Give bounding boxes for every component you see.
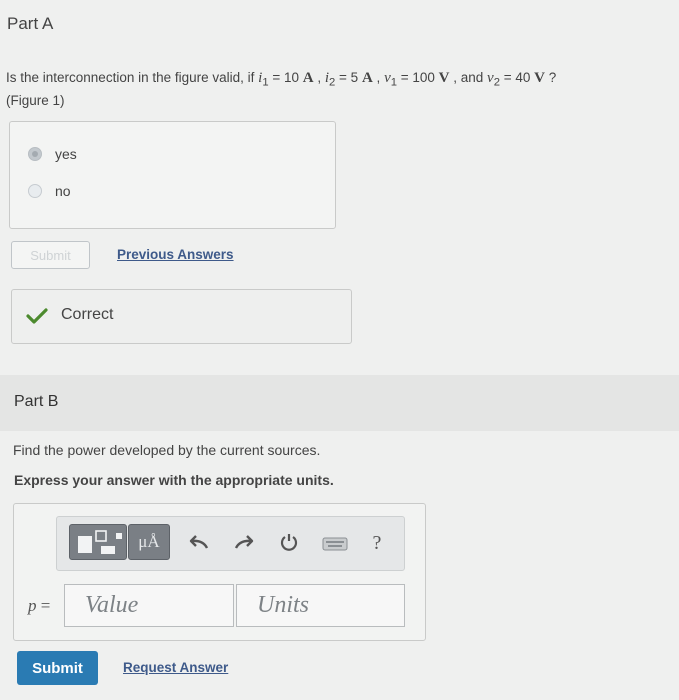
question-text: Is the interconnection in the figure val…: [6, 69, 556, 110]
value-input[interactable]: Value: [64, 584, 234, 627]
sep2: ,: [372, 70, 385, 85]
units-placeholder: Units: [257, 592, 310, 618]
checkmark-icon: [26, 307, 48, 330]
previous-answers-link[interactable]: Previous Answers: [117, 247, 234, 262]
radio-yes[interactable]: [28, 147, 42, 161]
part-b-title: Part B: [14, 393, 59, 410]
feedback-label: Correct: [61, 306, 114, 323]
help-icon[interactable]: ?: [368, 531, 386, 555]
question-suffix: ?: [544, 70, 557, 85]
feedback-box: Correct: [11, 289, 352, 344]
radio-no[interactable]: [28, 184, 42, 198]
units-input[interactable]: Units: [236, 584, 405, 627]
part-b-instruction: Express your answer with the appropriate…: [14, 472, 334, 488]
variable-symbol: p: [28, 596, 37, 615]
part-b-submit-button[interactable]: Submit: [17, 651, 98, 685]
keyboard-icon[interactable]: [320, 535, 350, 553]
redo-icon[interactable]: [231, 531, 255, 553]
question-prefix: Is the interconnection in the figure val…: [6, 70, 259, 85]
figure-link[interactable]: (Figure 1): [6, 93, 65, 108]
part-b-prompt: Find the power developed by the current …: [13, 442, 321, 458]
choice-yes[interactable]: yes: [28, 146, 77, 162]
sep3: , and: [449, 70, 488, 85]
variable-label: p =: [28, 596, 50, 616]
v1-equals: = 100: [397, 70, 439, 85]
v1-symbol: v: [384, 70, 391, 86]
v2-equals: = 40: [499, 70, 535, 85]
part-b-header: [0, 375, 679, 431]
value-placeholder: Value: [85, 592, 139, 618]
templates-button[interactable]: [69, 524, 127, 560]
choice-no-label: no: [55, 183, 71, 199]
v2-unit: V: [534, 70, 545, 86]
choice-yes-label: yes: [55, 146, 77, 162]
v1-unit: V: [438, 70, 450, 86]
answer-choices: yes no: [9, 121, 336, 229]
units-button[interactable]: μÅ: [128, 524, 170, 560]
undo-icon[interactable]: [188, 531, 212, 553]
i1-equals: = 10: [268, 70, 303, 85]
i2-unit: A: [361, 70, 373, 86]
templates-icon: [78, 530, 122, 554]
i1-unit: A: [302, 70, 314, 86]
choice-no[interactable]: no: [28, 183, 71, 199]
sep1: ,: [313, 70, 325, 85]
part-a-title: Part A: [7, 14, 54, 33]
i2-equals: = 5: [335, 70, 362, 85]
request-answer-link[interactable]: Request Answer: [123, 660, 228, 675]
variable-equals: =: [36, 596, 51, 615]
v2-symbol: v: [487, 70, 494, 86]
part-a-submit-button[interactable]: Submit: [11, 241, 90, 269]
reset-icon[interactable]: [277, 531, 301, 555]
